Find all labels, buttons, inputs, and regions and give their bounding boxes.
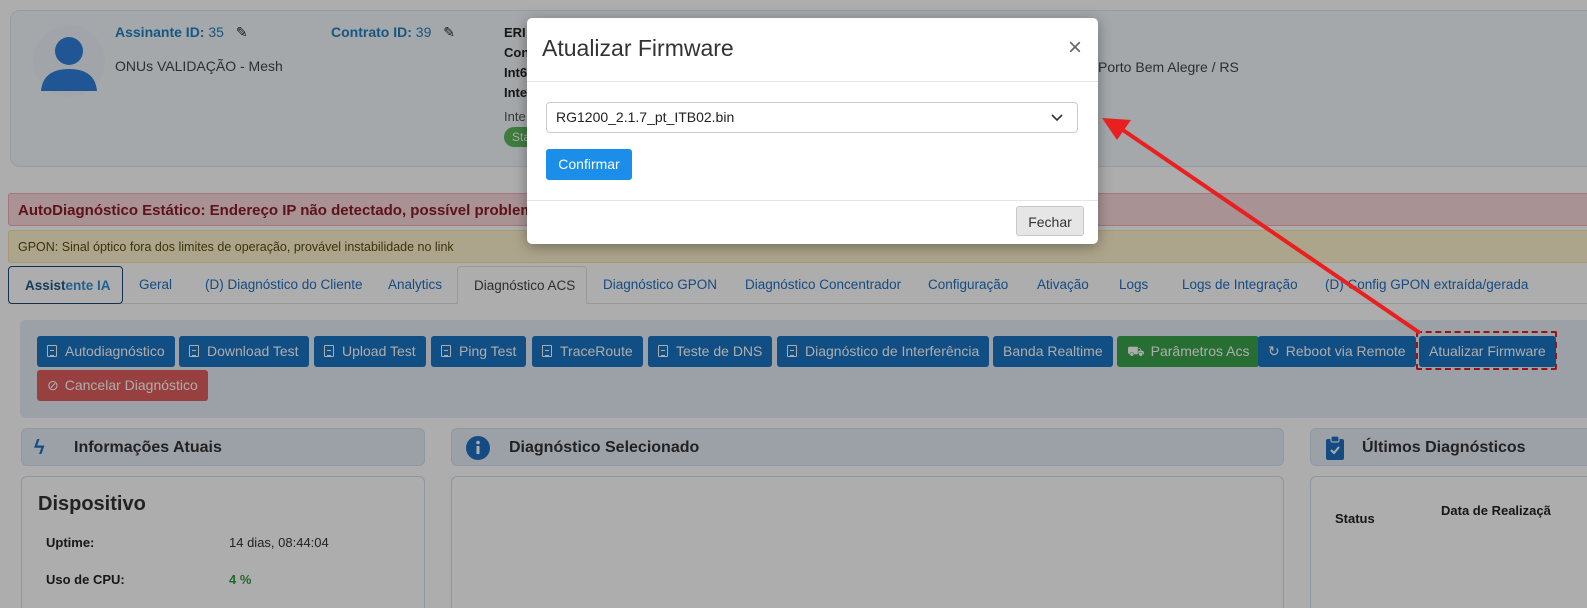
firmware-update-modal: Atualizar Firmware × RG1200_2.1.7_pt_ITB…: [527, 18, 1098, 244]
modal-title: Atualizar Firmware: [542, 35, 734, 61]
firmware-select-value: RG1200_2.1.7_pt_ITB02.bin: [556, 109, 735, 125]
firmware-select[interactable]: RG1200_2.1.7_pt_ITB02.bin: [546, 102, 1078, 133]
divider: [527, 81, 1098, 82]
close-button[interactable]: Fechar: [1016, 206, 1084, 236]
chevron-down-icon: [1051, 114, 1063, 122]
close-icon[interactable]: ×: [1068, 36, 1082, 60]
divider: [527, 200, 1098, 201]
confirm-button[interactable]: Confirmar: [546, 149, 632, 180]
